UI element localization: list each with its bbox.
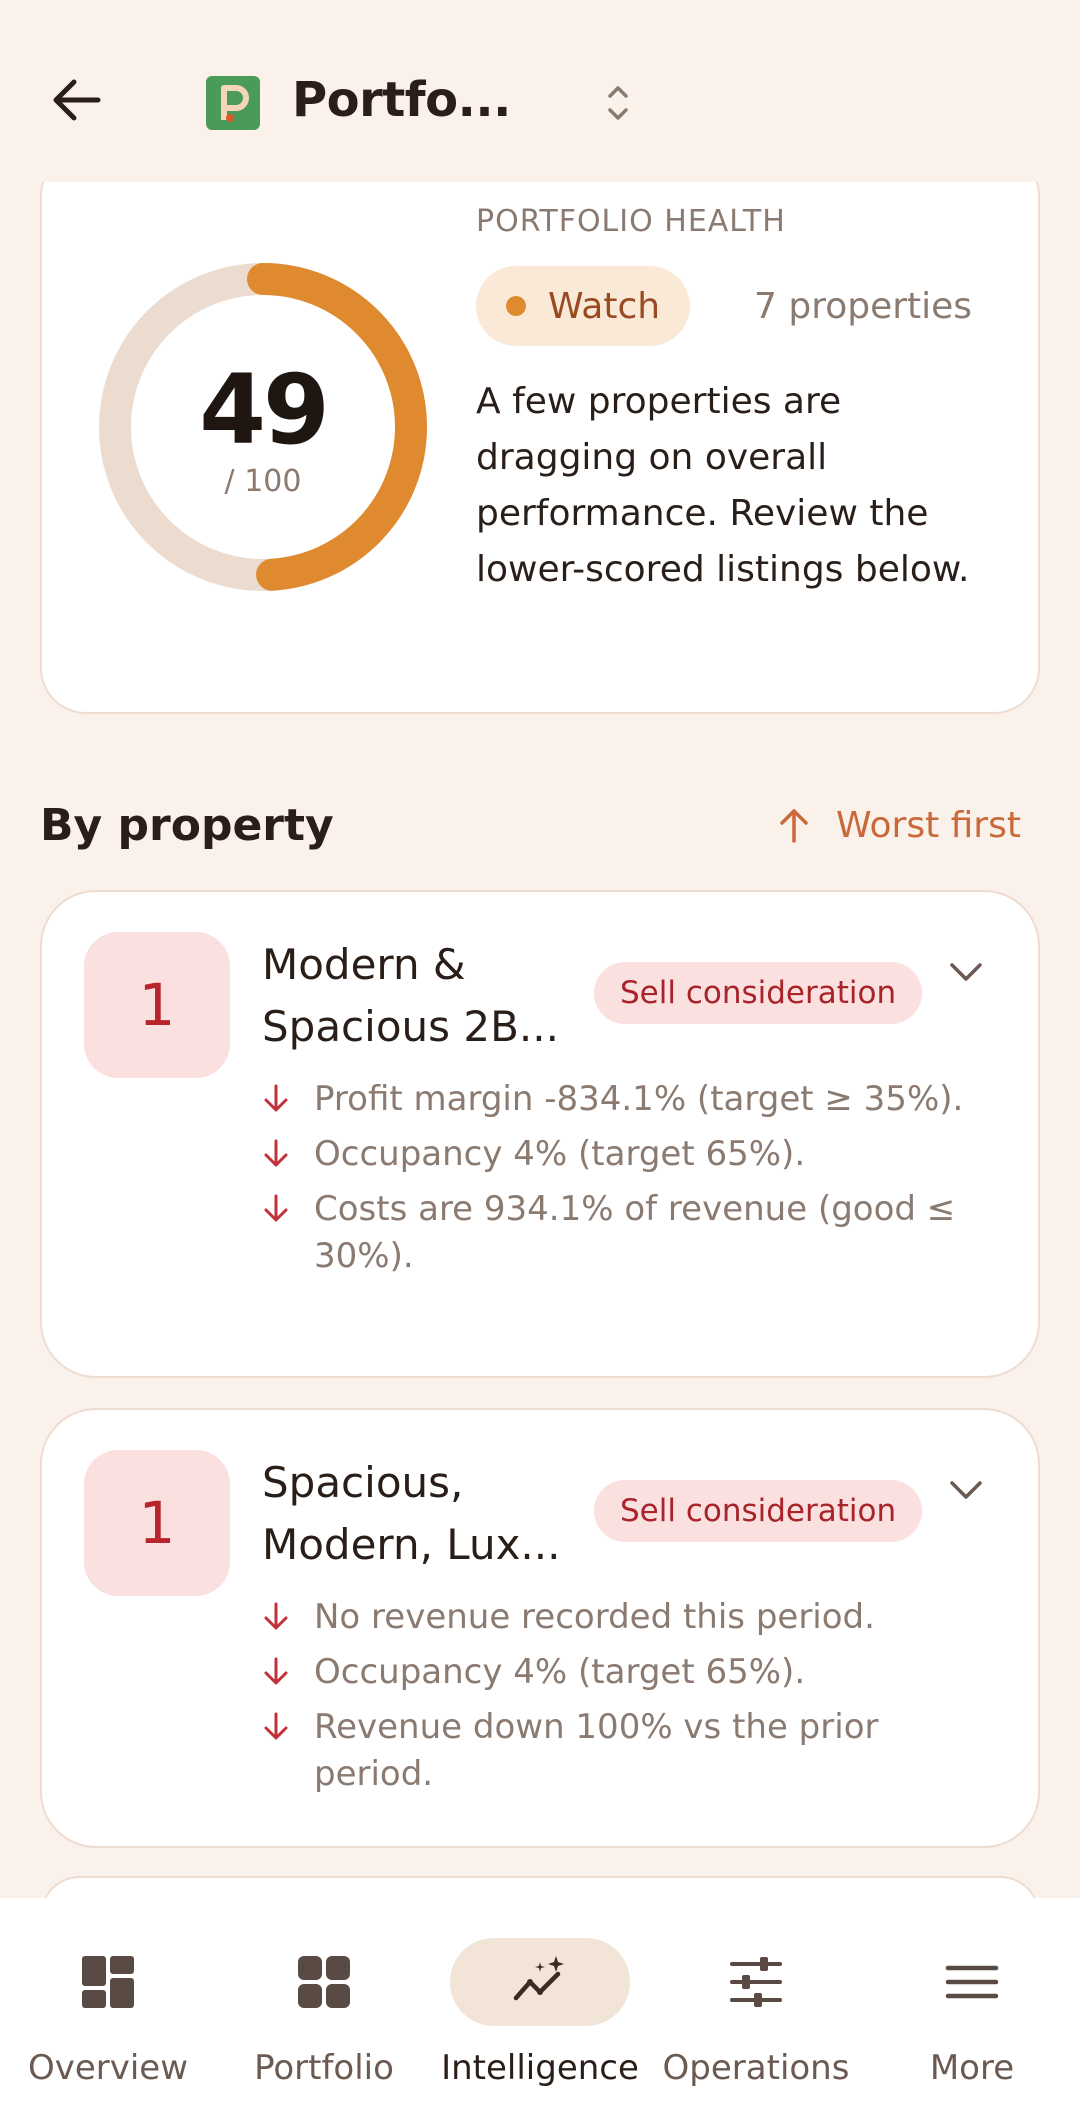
reason-text: Profit margin -834.1% (target ≥ 35%). xyxy=(314,1079,964,1119)
nav-label: More xyxy=(929,2048,1015,2088)
list-item: Costs are 934.1% of revenue (good ≤ 30%)… xyxy=(262,1186,982,1280)
nav-item-overview[interactable]: Overview xyxy=(0,1898,216,2126)
reason-text: Costs are 934.1% of revenue (good ≤ 30%)… xyxy=(314,1189,956,1276)
property-name: Spacious, Modern, Lux... xyxy=(262,1458,561,1569)
health-label: PORTFOLIO HEALTH xyxy=(476,204,786,239)
rank-badge: 1 xyxy=(84,932,230,1078)
page-title: Portfo... xyxy=(292,72,511,128)
chevron-down-icon[interactable] xyxy=(944,1468,988,1512)
property-name: Modern & Spacious 2B... xyxy=(262,940,559,1051)
rank-badge: 1 xyxy=(84,1450,230,1596)
nav-item-operations[interactable]: Operations xyxy=(648,1898,864,2126)
menu-icon xyxy=(945,1965,999,1999)
back-arrow-icon[interactable] xyxy=(48,72,104,128)
list-item: Occupancy 4% (target 65%). xyxy=(262,1131,982,1178)
nav-item-intelligence[interactable]: Intelligence xyxy=(432,1898,648,2126)
arrow-down-icon xyxy=(264,1602,288,1630)
health-score: 49 xyxy=(199,354,330,466)
status-text: Watch xyxy=(548,285,661,327)
arrow-up-icon xyxy=(780,809,808,843)
grid-icon xyxy=(298,1956,350,2008)
dashboard-icon xyxy=(82,1956,134,2008)
bottom-navigation: Overview Portfolio Intelligence Operatio… xyxy=(0,1898,1080,2126)
reason-list: No revenue recorded this period. Occupan… xyxy=(262,1594,982,1806)
section-title: By property xyxy=(40,800,334,851)
property-card[interactable]: 1 Modern & Spacious 2B... Sell considera… xyxy=(40,890,1040,1378)
health-score-max: / 100 xyxy=(224,464,302,499)
arrow-down-icon xyxy=(264,1712,288,1740)
reason-list: Profit margin -834.1% (target ≥ 35%). Oc… xyxy=(262,1076,982,1288)
sort-label: Worst first xyxy=(836,804,1021,846)
reason-text: No revenue recorded this period. xyxy=(314,1597,875,1637)
reason-text: Occupancy 4% (target 65%). xyxy=(314,1134,806,1174)
nav-item-portfolio[interactable]: Portfolio xyxy=(216,1898,432,2126)
reason-text: Occupancy 4% (target 65%). xyxy=(314,1652,806,1692)
reason-text: Revenue down 100% vs the prior period. xyxy=(314,1707,879,1794)
portfolio-health-card: 49 / 100 PORTFOLIO HEALTH Watch 7 proper… xyxy=(40,150,1040,714)
health-description: A few properties are dragging on overall… xyxy=(476,381,970,590)
chevron-down-icon[interactable] xyxy=(944,950,988,994)
arrow-down-icon xyxy=(264,1657,288,1685)
recommendation-badge: Sell consideration xyxy=(594,962,923,1024)
app-logo xyxy=(206,76,260,130)
arrow-down-icon xyxy=(264,1139,288,1167)
property-card[interactable]: 1 Spacious, Modern, Lux... Sell consider… xyxy=(40,1408,1040,1848)
arrow-down-icon xyxy=(264,1194,288,1222)
sort-button[interactable]: Worst first xyxy=(776,800,1021,850)
app-header: Portfo... xyxy=(0,0,1080,182)
status-badge: Watch xyxy=(476,266,691,346)
status-dot-icon xyxy=(506,296,526,316)
nav-item-more[interactable]: More xyxy=(864,1898,1080,2126)
unfold-chevrons-icon[interactable] xyxy=(600,78,636,128)
arrow-down-icon xyxy=(264,1084,288,1112)
recommendation-badge: Sell consideration xyxy=(594,1480,923,1542)
property-count: 7 properties xyxy=(754,286,973,327)
nav-label: Portfolio xyxy=(254,2048,394,2088)
sliders-icon xyxy=(730,1957,782,2007)
nav-label: Intelligence xyxy=(441,2048,639,2088)
list-item: Revenue down 100% vs the prior period. xyxy=(262,1704,982,1798)
list-item: Profit margin -834.1% (target ≥ 35%). xyxy=(262,1076,982,1123)
list-item: No revenue recorded this period. xyxy=(262,1594,982,1641)
nav-label: Overview xyxy=(27,2048,189,2088)
list-item: Occupancy 4% (target 65%). xyxy=(262,1649,982,1696)
sparkle-trend-icon xyxy=(513,1956,564,2001)
nav-label: Operations xyxy=(662,2048,850,2088)
